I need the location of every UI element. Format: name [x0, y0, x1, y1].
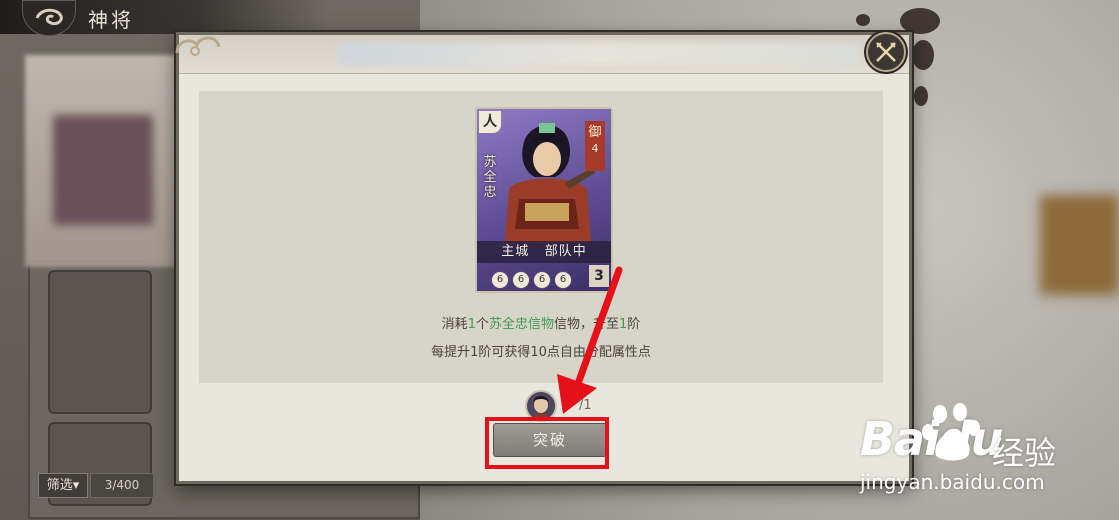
card-type-badge: 御 4 [585, 121, 605, 171]
crossed-swords-icon [876, 42, 896, 62]
ink-splash [856, 14, 870, 26]
card-location-status: 部队中 [544, 244, 587, 259]
blurred-portrait [53, 115, 153, 225]
blurred-side-item [1040, 195, 1119, 295]
star-icon: 6 [533, 271, 551, 289]
hero-portrait [505, 123, 595, 243]
breakthrough-dialog: 人 苏全忠 御 4 主城 部队中 6666 3 消耗1个苏全忠信物信物，升至1阶… [175, 32, 912, 484]
card-location: 主城 部队中 [477, 241, 611, 263]
ink-splash [914, 86, 928, 106]
token-avatar [525, 390, 557, 422]
filter-button[interactable]: 筛选▾ [38, 473, 88, 498]
title-bar: 神将 [0, 0, 330, 36]
breakthrough-button[interactable]: 突破 [493, 423, 607, 457]
cost-description: 消耗1个苏全忠信物信物，升至1阶 [441, 317, 641, 332]
baidu-watermark: Baidu 经验 jingyan.baidu.com [860, 402, 1110, 502]
back-icon[interactable] [22, 0, 76, 36]
bonus-description: 每提升1阶可获得10点自由分配属性点 [431, 345, 651, 360]
card-type-level: 4 [591, 142, 599, 155]
ink-splash [912, 40, 934, 70]
close-button[interactable] [866, 32, 906, 72]
card-type-char: 御 [588, 125, 602, 140]
watermark-url: jingyan.baidu.com [860, 470, 1045, 494]
card-faction-tag: 人 [479, 111, 501, 133]
cloud-ornament-icon [175, 36, 221, 56]
hero-count: 3/400 [90, 473, 154, 498]
paw-icon [922, 403, 980, 461]
ink-splash [900, 8, 940, 34]
blurred-header-title [339, 43, 859, 65]
dialog-header [179, 35, 909, 74]
star-icon: 6 [512, 271, 530, 289]
page-title: 神将 [88, 8, 134, 32]
item-name: 苏全忠信物 [488, 317, 554, 332]
annotation-arrow-icon [557, 266, 623, 414]
watermark-brand-cn: 经验 [992, 434, 1057, 472]
card-hero-name: 苏全忠 [483, 155, 497, 200]
hero-slot[interactable] [48, 270, 152, 414]
card-location-city: 主城 [501, 244, 530, 259]
blurred-hero-card [25, 55, 187, 267]
content-area: 人 苏全忠 御 4 主城 部队中 6666 3 消耗1个苏全忠信物信物，升至1阶… [199, 91, 883, 383]
star-icon: 6 [491, 271, 509, 289]
